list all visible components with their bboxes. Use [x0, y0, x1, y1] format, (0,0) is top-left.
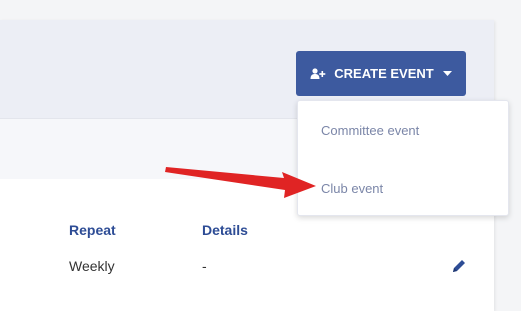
- create-event-label: CREATE EVENT: [334, 66, 434, 81]
- user-plus-icon: [310, 67, 326, 80]
- menu-item-committee-event[interactable]: Committee event: [321, 123, 419, 138]
- create-event-dropdown: Committee event Club event: [297, 100, 509, 216]
- column-header-repeat[interactable]: Repeat: [69, 222, 116, 238]
- menu-item-club-event[interactable]: Club event: [321, 181, 383, 196]
- table-cell-details: -: [202, 258, 207, 274]
- app-viewport: CREATE EVENT Committee event Club event …: [0, 0, 521, 311]
- table-cell-repeat: Weekly: [69, 258, 115, 274]
- caret-down-icon: [442, 70, 452, 77]
- pencil-icon[interactable]: [451, 258, 467, 274]
- column-header-details[interactable]: Details: [202, 222, 248, 238]
- create-event-button[interactable]: CREATE EVENT: [296, 51, 466, 96]
